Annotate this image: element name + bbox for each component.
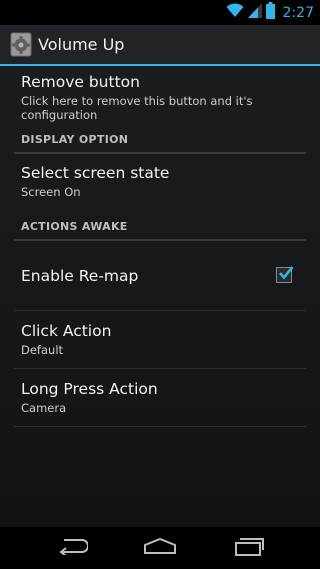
screen-state-item[interactable]: Select screen state Screen On <box>14 154 306 214</box>
settings-gear-icon[interactable] <box>10 32 34 57</box>
preference-list: Remove button Click here to remove this … <box>14 66 306 427</box>
section-header-display-option: DISPLAY OPTION <box>14 127 306 154</box>
screen-state-title: Select screen state <box>21 164 170 182</box>
click-action-title: Click Action <box>21 322 112 340</box>
section-header-label: DISPLAY OPTION <box>21 133 129 146</box>
enable-remap-checkbox[interactable] <box>276 265 294 285</box>
navigation-bar <box>0 527 320 569</box>
long-press-action-title: Long Press Action <box>21 380 158 398</box>
click-action-value: Default <box>21 343 64 357</box>
checkmark-icon <box>278 265 294 285</box>
action-bar-title: Volume Up <box>38 35 125 54</box>
home-icon <box>143 537 177 559</box>
recent-apps-icon <box>233 536 265 560</box>
click-action-item[interactable]: Click Action Default <box>14 311 306 368</box>
battery-icon <box>265 2 275 23</box>
long-press-action-value: Camera <box>21 401 67 415</box>
home-button[interactable] <box>138 535 182 561</box>
wifi-icon <box>226 3 244 22</box>
divider <box>14 426 306 427</box>
back-button[interactable] <box>50 535 94 561</box>
section-header-actions-awake: ACTIONS AWAKE <box>14 214 306 241</box>
recent-apps-button[interactable] <box>227 535 271 561</box>
app-screen: Volume Up Remove button Click here to re… <box>0 25 320 527</box>
section-header-label: ACTIONS AWAKE <box>21 220 128 233</box>
remove-button-subtitle: Click here to remove this button and it'… <box>21 94 253 122</box>
status-bar: 2:27 <box>0 0 320 25</box>
signal-icon <box>247 3 262 22</box>
screen-state-value: Screen On <box>21 185 81 199</box>
action-bar: Volume Up <box>0 25 320 66</box>
status-icons: 2:27 <box>226 2 314 23</box>
enable-remap-title: Enable Re-map <box>21 267 139 285</box>
enable-remap-item[interactable]: Enable Re-map <box>14 241 306 310</box>
back-icon <box>56 537 89 559</box>
remove-button-title: Remove button <box>21 73 140 91</box>
remove-button-item[interactable]: Remove button Click here to remove this … <box>14 66 306 127</box>
status-clock: 2:27 <box>282 4 314 21</box>
long-press-action-item[interactable]: Long Press Action Camera <box>14 369 306 426</box>
